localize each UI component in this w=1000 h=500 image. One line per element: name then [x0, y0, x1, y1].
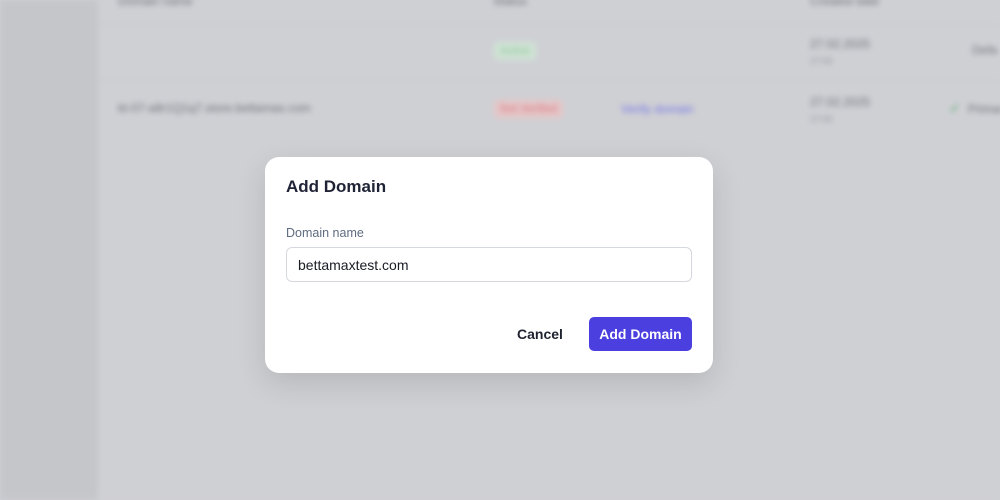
column-header-status: Status [493, 0, 528, 8]
row-time: 17:02 [810, 56, 833, 66]
domain-name-label: Domain name [286, 226, 364, 240]
check-icon: ✓ [949, 100, 961, 116]
row-date: 27.02.2025 [810, 37, 871, 51]
add-domain-button[interactable]: Add Domain [589, 317, 692, 351]
domain-name-input[interactable] [286, 247, 692, 282]
dialog-title: Add Domain [286, 177, 387, 196]
row-divider [98, 24, 1000, 25]
row-date: 27.02.2025 [810, 95, 871, 109]
row-tag: Defa [972, 43, 998, 57]
verify-domain-link: Verify domain [621, 102, 694, 116]
row-time: 17:02 [810, 114, 833, 124]
column-header-domain: Domain name [118, 0, 193, 8]
row-domain: kt-07-a8r1Q1q7.store.bettamax.com [118, 101, 311, 115]
column-header-date: Created date [810, 0, 880, 8]
sidebar [0, 0, 98, 500]
status-badge: Not Verified [494, 100, 563, 118]
cancel-button[interactable]: Cancel [505, 317, 575, 351]
status-badge: Active [494, 42, 536, 60]
row-tag: Primar [968, 102, 1000, 116]
add-domain-dialog: Add Domain Domain name Cancel Add Domain [265, 157, 713, 373]
row-divider [98, 80, 1000, 81]
